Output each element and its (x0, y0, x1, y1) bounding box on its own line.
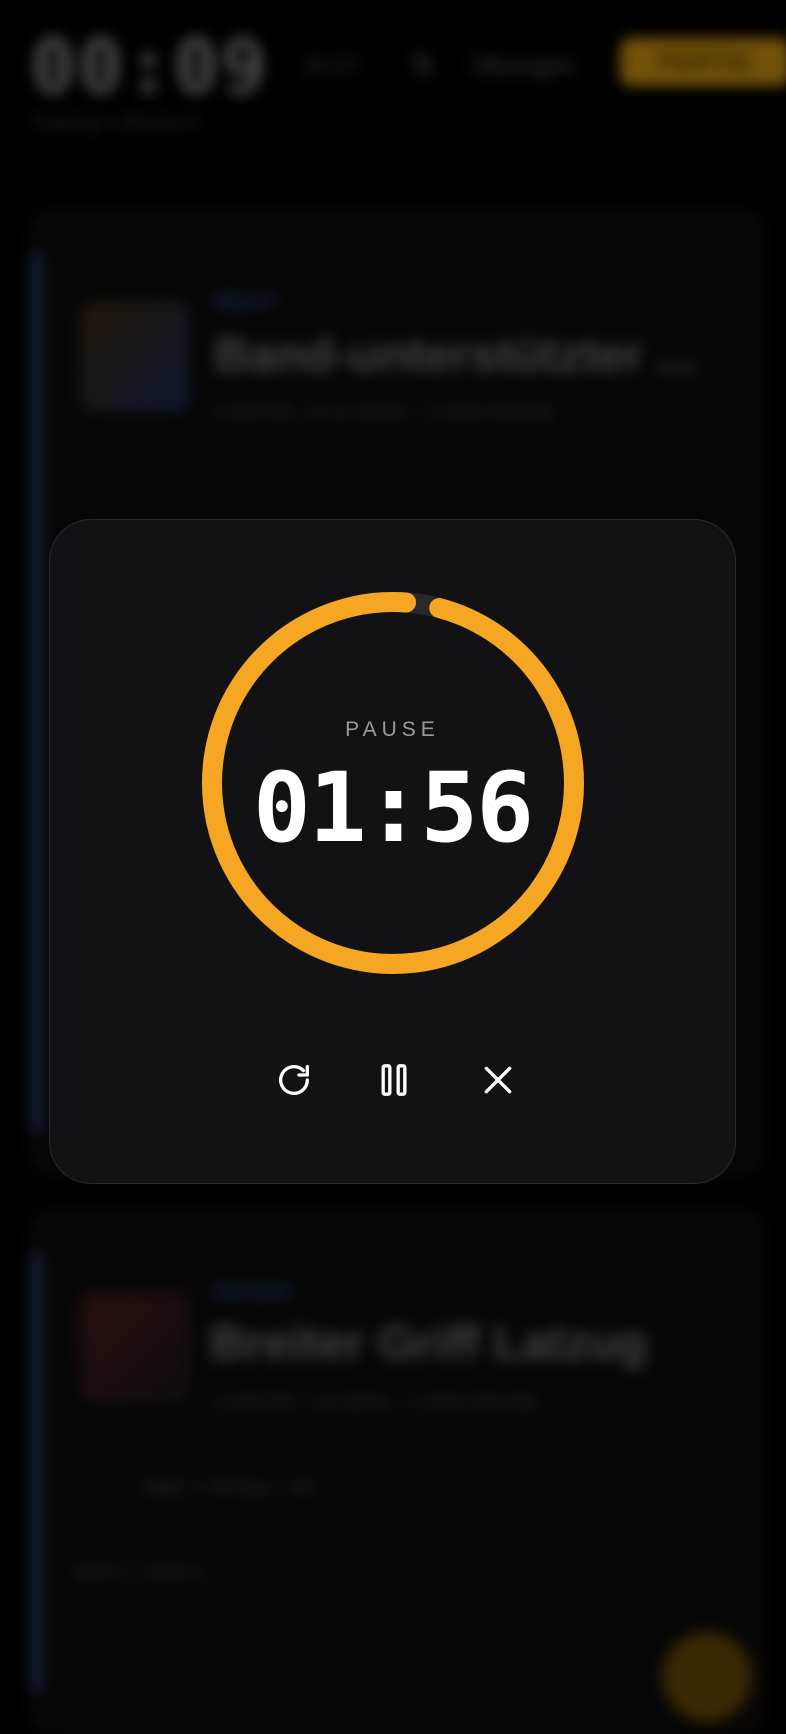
close-icon (484, 1066, 512, 1094)
exercise-title: Breiter Griff Latzug (210, 1317, 648, 1370)
restart-button[interactable] (264, 1050, 324, 1110)
header-time: 16:57 (300, 52, 361, 79)
exercise-title: Band-unterstützter ... (214, 329, 697, 382)
card-accent-strip (32, 252, 42, 1132)
workout-header: 00:09 16:57 ⇅ Übungen FERTIG (30, 22, 786, 111)
exercise-card[interactable]: RÜCKEN Breiter Griff Latzug 3 SÄTZE • 10… (30, 1210, 764, 1734)
timer-countdown: 01:56 (253, 752, 534, 864)
timer-label: PAUSE (345, 718, 440, 741)
timer-controls (50, 1050, 735, 1110)
muscle-tag: RÜCKEN (214, 1282, 292, 1302)
exercise-meta: 3 SÄTZE • 10 WDH. • 2 MIN PAUSE (214, 1392, 538, 1414)
exercises-label[interactable]: Übungen (470, 50, 576, 81)
finish-button[interactable]: FERTIG (620, 38, 786, 86)
exercise-meta: 3 SÄTZE • 8-12 WDH. • 2 MIN PAUSE (214, 402, 556, 424)
elapsed-clock: 00:09 (30, 22, 269, 111)
set-section-label: SATZ 1 VON 3 (72, 1562, 204, 1584)
set-row: Satz 1 40 kg × 10 (142, 1474, 314, 1499)
close-button[interactable] (468, 1050, 528, 1110)
log-set-button[interactable] (662, 1632, 752, 1722)
filter-icon[interactable]: ⇅ (410, 48, 435, 83)
rest-timer-modal: PAUSE 01:56 (49, 519, 736, 1184)
restart-icon (279, 1065, 309, 1095)
pause-icon (381, 1064, 407, 1096)
card-accent-strip (32, 1252, 42, 1692)
exercise-thumbnail (80, 302, 190, 412)
muscle-tag: BRUST (214, 292, 276, 312)
breadcrumb: Training • Woche 4 (30, 112, 199, 134)
pause-button[interactable] (364, 1050, 424, 1110)
exercise-thumbnail (80, 1292, 190, 1402)
